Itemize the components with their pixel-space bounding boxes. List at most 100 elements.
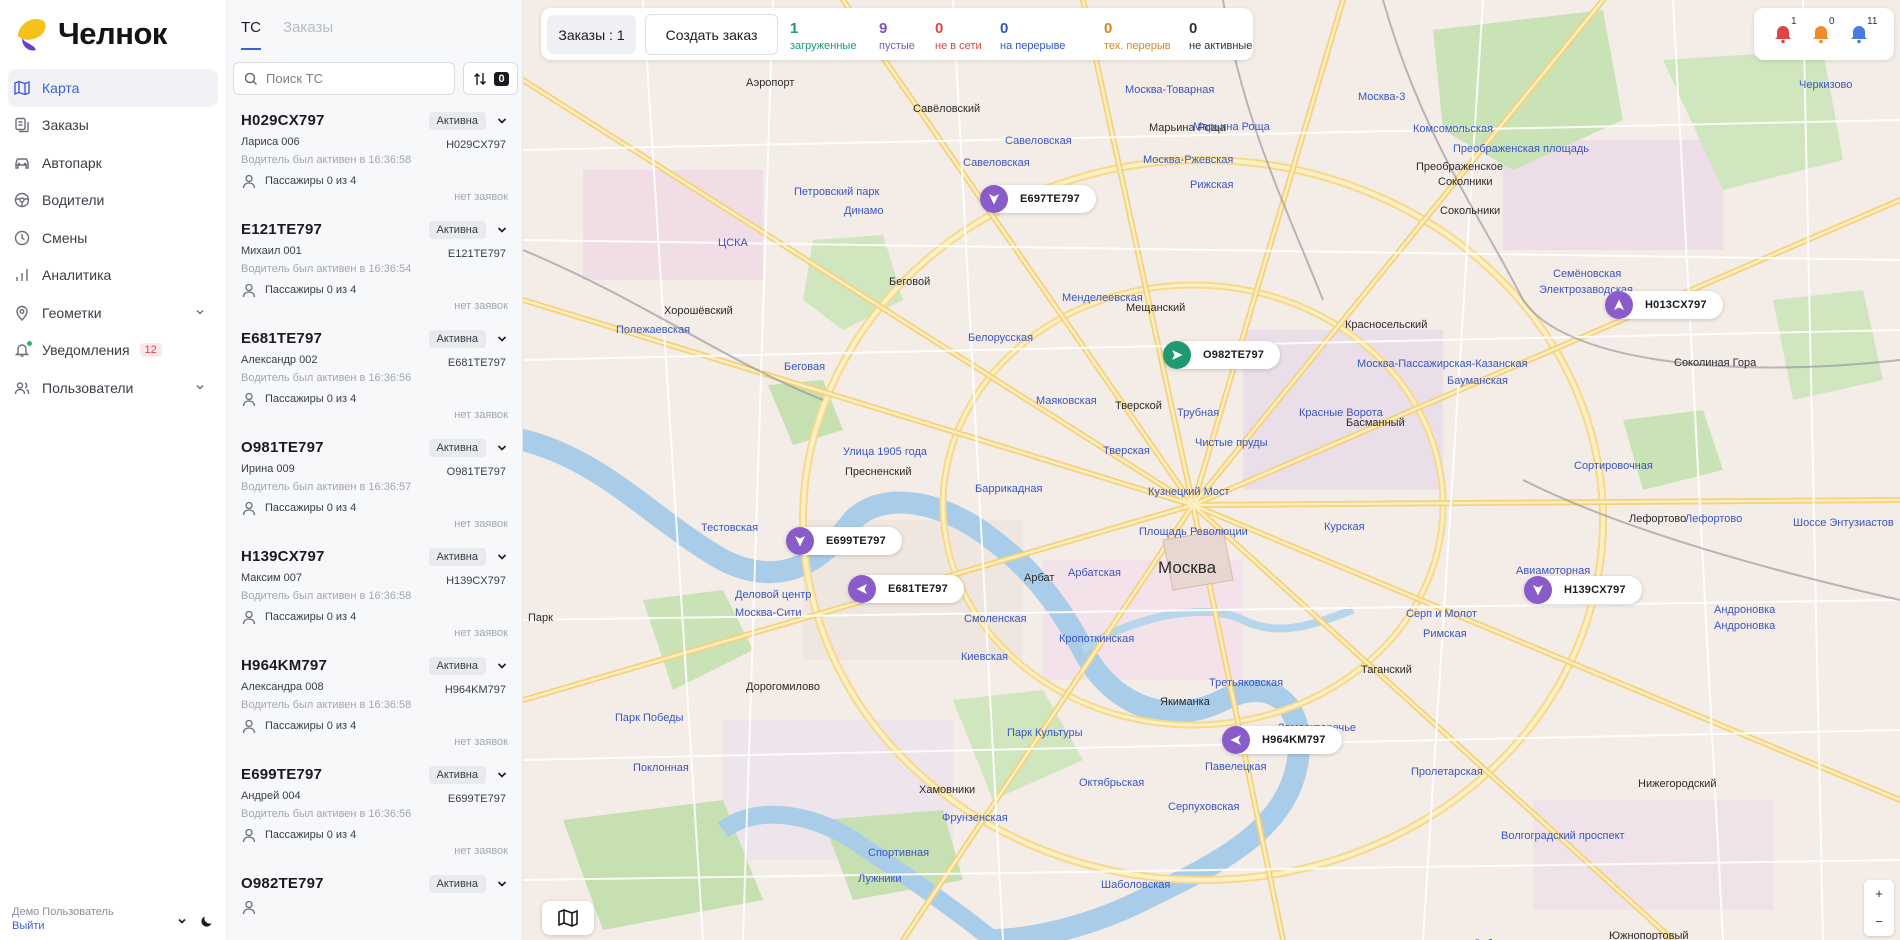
- zoom-in-button[interactable]: +: [1864, 880, 1894, 908]
- vehicle-card[interactable]: O981TE797 Активна Ирина 009 O981TE797 Водите…: [227, 435, 522, 544]
- vehicle-marker[interactable]: E697TE797: [980, 185, 1096, 213]
- stat-item[interactable]: 0 на перерыве: [1000, 20, 1065, 52]
- nav-item-shifts[interactable]: Смены: [8, 219, 218, 257]
- vehicle-card[interactable]: E681TE797 Активна Александр 002 E681TE797 Во…: [227, 326, 522, 435]
- passengers-row: Пассажиры 0 из 4: [241, 173, 510, 189]
- app-logo[interactable]: Челнок: [12, 14, 167, 54]
- vehicle-orders-status: нет заявок: [454, 300, 508, 312]
- map-station-label: Спортивная: [868, 847, 930, 859]
- map-station-label: Москва-Пассажирская-Казанская: [1357, 358, 1528, 370]
- nav-item-map[interactable]: Карта: [8, 69, 218, 107]
- map-station-label: Тверская: [1103, 445, 1150, 457]
- expand-chevron-icon[interactable]: [496, 878, 508, 890]
- vehicle-orders-status: нет заявок: [454, 736, 508, 748]
- create-order-button[interactable]: Создать заказ: [645, 14, 778, 55]
- dark-mode-moon-icon[interactable]: [200, 914, 214, 928]
- vehicle-marker[interactable]: H964KM797: [1222, 726, 1342, 754]
- map-station-label: Белорусская: [968, 332, 1034, 344]
- map-station-label: Марьина Роща: [1193, 121, 1270, 133]
- map-district-label: Пресненский: [845, 466, 912, 478]
- panel-tabs: ТС Заказы: [241, 19, 333, 50]
- stat-item[interactable]: 9 пустые: [879, 20, 915, 52]
- stat-value: 9: [879, 20, 888, 37]
- passenger-icon: [242, 828, 256, 843]
- alert-bell[interactable]: 1: [1772, 16, 1797, 46]
- clock-icon: [12, 228, 32, 248]
- vehicle-direction-icon: [1605, 291, 1633, 319]
- orders-count-chip[interactable]: Заказы : 1: [547, 15, 636, 54]
- expand-chevron-icon[interactable]: [496, 442, 508, 454]
- vehicle-orders-status: нет заявок: [454, 191, 508, 203]
- map-station-label: Сортировочная: [1574, 460, 1653, 472]
- stat-item[interactable]: 0 не в сети: [935, 20, 982, 52]
- vehicle-marker-label: H964KM797: [1262, 734, 1326, 746]
- nav-item-geotags[interactable]: Геометки: [8, 294, 218, 332]
- map-station-label: Пролетарская: [1411, 766, 1483, 778]
- sort-filter-button[interactable]: 0: [463, 62, 518, 95]
- tab-orders[interactable]: Заказы: [283, 19, 333, 50]
- vehicle-card[interactable]: E121TE797 Активна Михаил 001 E121TE797 Водит…: [227, 217, 522, 326]
- expand-chevron-icon[interactable]: [496, 769, 508, 781]
- stat-item[interactable]: 1 загруженные: [790, 20, 856, 52]
- vehicle-card[interactable]: H139CX797 Активна Максим 007 H139CX797 Водит…: [227, 544, 522, 653]
- stat-label: тех. перерыв: [1104, 40, 1171, 52]
- vehicle-card[interactable]: O982TE797 Активна: [227, 871, 522, 940]
- expand-chevron-icon[interactable]: [496, 551, 508, 563]
- map-station-label: Семёновская: [1553, 268, 1622, 280]
- search-icon: [244, 72, 258, 85]
- passengers-count: Пассажиры 0 из 4: [265, 175, 357, 187]
- stat-item[interactable]: 0 тех. перерыв: [1104, 20, 1171, 52]
- vehicle-marker[interactable]: H013CX797: [1605, 291, 1723, 319]
- alert-bell[interactable]: 11: [1848, 16, 1877, 46]
- nav-item-users[interactable]: Пользователи: [8, 369, 218, 407]
- tab-vehicles[interactable]: ТС: [241, 19, 261, 50]
- map-view[interactable]: Савёловский Марьина Роща Беговой Хорошёвски…: [523, 0, 1900, 940]
- vehicle-marker[interactable]: H139CX797: [1524, 576, 1642, 604]
- stat-item[interactable]: 0 не активные: [1189, 20, 1252, 52]
- passengers-count: Пассажиры 0 из 4: [265, 502, 357, 514]
- nav-item-analytics[interactable]: Аналитика: [8, 257, 218, 295]
- vehicle-search: [233, 62, 455, 95]
- nav-label: Заказы: [42, 117, 89, 134]
- vehicle-card[interactable]: E699TE797 Активна Андрей 004 E699TE797 Водит…: [227, 762, 522, 871]
- nav-item-fleet[interactable]: Автопарк: [8, 144, 218, 182]
- vehicle-marker[interactable]: O982TE797: [1163, 341, 1281, 369]
- nav-item-notifications[interactable]: Уведомления 12: [8, 332, 218, 370]
- vehicle-marker[interactable]: E699TE797: [786, 527, 902, 555]
- notification-dot: [27, 340, 32, 346]
- search-input[interactable]: [266, 71, 436, 86]
- vehicle-marker-label: O982TE797: [1203, 349, 1265, 361]
- vehicle-orders-status: нет заявок: [454, 845, 508, 857]
- expand-chevron-icon[interactable]: [496, 224, 508, 236]
- expand-chevron-icon[interactable]: [496, 115, 508, 127]
- map-station-label: Трубная: [1177, 407, 1220, 419]
- alert-bell[interactable]: 0: [1810, 16, 1835, 46]
- vehicle-status-badge: Активна: [428, 548, 486, 566]
- map-station-label: Павелецкая: [1205, 761, 1267, 773]
- expand-chevron-icon[interactable]: [496, 660, 508, 672]
- map-district-label: Хамовники: [919, 784, 976, 796]
- user-menu-chevron-icon[interactable]: [176, 915, 188, 927]
- expand-chevron-icon[interactable]: [496, 333, 508, 345]
- vehicle-card[interactable]: H029CX797 Активна Лариса 006 H029CX797 Водит…: [227, 108, 522, 217]
- nav-label: Смены: [42, 229, 88, 246]
- users-icon: [12, 378, 32, 398]
- vehicle-plate: E681TE797: [447, 357, 506, 369]
- map-layers-button[interactable]: [542, 901, 594, 935]
- map-icon: [12, 78, 32, 98]
- vehicle-direction-icon: [1163, 341, 1191, 369]
- map-topbar: Заказы : 1 Создать заказ 1 загруженные 9 пу…: [541, 8, 1253, 60]
- zoom-out-button[interactable]: −: [1864, 908, 1894, 936]
- nav-item-drivers[interactable]: Водители: [8, 182, 218, 220]
- passengers-row: Пассажиры 0 из 4: [241, 282, 510, 298]
- car-icon: [12, 153, 32, 173]
- vehicle-marker[interactable]: E681TE797: [848, 575, 964, 603]
- map-district-label: Соколники: [1438, 176, 1493, 188]
- vehicle-card[interactable]: H964KM797 Активна Александра 008 H964KM797 В…: [227, 653, 522, 762]
- map-station-label: Бауманская: [1447, 375, 1508, 387]
- logout-link[interactable]: Выйти: [12, 920, 114, 932]
- driver-last-active: Водитель был активен в 16:36:57: [241, 481, 412, 493]
- nav-item-orders[interactable]: Заказы: [8, 107, 218, 145]
- map-city-label: Москва: [1158, 558, 1217, 577]
- vehicle-direction-icon: [1222, 726, 1250, 754]
